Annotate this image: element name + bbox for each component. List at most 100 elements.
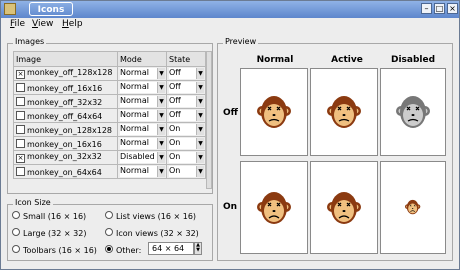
radio-large[interactable]: Large (32 × 32) — [12, 228, 86, 238]
checkbox-checked-icon[interactable]: × — [16, 154, 25, 163]
dropdown-arrow-icon[interactable]: ▼ — [196, 82, 204, 93]
menu-view[interactable]: View — [32, 19, 53, 29]
state-cell[interactable]: On ▼ — [166, 122, 206, 137]
mode-combo[interactable]: Normal ▼ — [120, 68, 165, 79]
mode-cell[interactable]: Normal ▼ — [117, 66, 167, 81]
radio-icon-views[interactable]: Icon views (32 × 32) — [105, 228, 199, 238]
image-cell[interactable]: monkey_on_64x64 — [13, 164, 118, 179]
maximize-icon[interactable]: □ — [434, 3, 445, 14]
state-cell[interactable]: Off ▼ — [166, 66, 206, 81]
mode-cell[interactable]: Normal ▼ — [117, 122, 167, 137]
state-combo[interactable]: On ▼ — [169, 152, 204, 163]
state-combo[interactable]: Off ▼ — [169, 96, 204, 107]
table-row[interactable]: monkey_on_16x16 Normal ▼ On ▼ — [13, 136, 206, 151]
column-header-mode[interactable]: Mode — [117, 51, 167, 67]
window-menu-icon[interactable] — [4, 3, 16, 15]
close-icon[interactable]: × — [447, 3, 458, 14]
spin-arrows-icon[interactable]: ▲ ▼ — [194, 242, 202, 255]
dropdown-arrow-icon[interactable]: ▼ — [157, 138, 165, 149]
mode-combo[interactable]: Normal ▼ — [120, 82, 165, 93]
image-cell[interactable]: monkey_on_16x16 — [13, 136, 118, 151]
dropdown-arrow-icon[interactable]: ▼ — [157, 166, 165, 177]
dropdown-arrow-icon[interactable]: ▼ — [157, 96, 165, 107]
state-combo[interactable]: Off ▼ — [169, 82, 204, 93]
state-cell[interactable]: On ▼ — [166, 150, 206, 165]
radio-toolbars[interactable]: Toolbars (16 × 16) — [12, 245, 97, 255]
image-cell[interactable]: monkey_off_16x16 — [13, 80, 118, 95]
mode-cell[interactable]: Normal ▼ — [117, 94, 167, 109]
mode-value: Normal — [120, 68, 149, 77]
image-cell[interactable]: monkey_off_32x32 — [13, 94, 118, 109]
state-cell[interactable]: Off ▼ — [166, 108, 206, 123]
mode-cell[interactable]: Normal ▼ — [117, 108, 167, 123]
radio-button-icon[interactable] — [105, 211, 113, 219]
image-cell[interactable]: monkey_off_64x64 — [13, 108, 118, 123]
radio-other[interactable]: Other: — [105, 245, 141, 255]
checkbox-icon[interactable] — [16, 166, 25, 176]
table-row[interactable]: × monkey_on_32x32 Disabled ▼ On ▼ — [13, 150, 206, 165]
state-combo[interactable]: On ▼ — [169, 124, 204, 135]
radio-button-icon[interactable] — [105, 228, 113, 236]
state-cell[interactable]: On ▼ — [166, 164, 206, 179]
mode-cell[interactable]: Normal ▼ — [117, 136, 167, 151]
mode-cell[interactable]: Disabled ▼ — [117, 150, 167, 165]
images-table-scrollbar[interactable] — [206, 51, 212, 189]
checkbox-icon[interactable] — [16, 124, 25, 134]
radio-button-selected-icon[interactable] — [105, 245, 113, 253]
dropdown-arrow-icon[interactable]: ▼ — [196, 96, 204, 107]
image-cell[interactable]: × monkey_off_128x128 — [13, 66, 118, 81]
table-row[interactable]: monkey_on_64x64 Normal ▼ On ▼ — [13, 164, 206, 179]
column-header-image[interactable]: Image — [13, 51, 118, 67]
dropdown-arrow-icon[interactable]: ▼ — [196, 152, 204, 163]
state-combo[interactable]: Off ▼ — [169, 68, 204, 79]
mode-combo[interactable]: Normal ▼ — [120, 138, 165, 149]
mode-combo[interactable]: Normal ▼ — [120, 124, 165, 135]
state-combo[interactable]: On ▼ — [169, 166, 204, 177]
mode-combo[interactable]: Normal ▼ — [120, 96, 165, 107]
dropdown-arrow-icon[interactable]: ▼ — [157, 82, 165, 93]
dropdown-arrow-icon[interactable]: ▼ — [157, 68, 165, 79]
state-combo[interactable]: On ▼ — [169, 138, 204, 149]
table-row[interactable]: monkey_on_128x128 Normal ▼ On ▼ — [13, 122, 206, 137]
dropdown-arrow-icon[interactable]: ▼ — [196, 68, 204, 79]
image-cell[interactable]: × monkey_on_32x32 — [13, 150, 118, 165]
checkbox-icon[interactable] — [16, 110, 25, 120]
state-cell[interactable]: On ▼ — [166, 136, 206, 151]
radio-list-views[interactable]: List views (16 × 16) — [105, 211, 196, 221]
radio-button-icon[interactable] — [12, 228, 20, 236]
table-row[interactable]: × monkey_off_128x128 Normal ▼ Off ▼ — [13, 66, 206, 81]
mode-combo[interactable]: Normal ▼ — [120, 166, 165, 177]
state-cell[interactable]: Off ▼ — [166, 80, 206, 95]
state-cell[interactable]: Off ▼ — [166, 94, 206, 109]
dropdown-arrow-icon[interactable]: ▼ — [196, 124, 204, 135]
dropdown-arrow-icon[interactable]: ▼ — [196, 138, 204, 149]
mode-cell[interactable]: Normal ▼ — [117, 80, 167, 95]
dropdown-arrow-icon[interactable]: ▼ — [196, 166, 204, 177]
state-combo[interactable]: Off ▼ — [169, 110, 204, 121]
radio-small[interactable]: Small (16 × 16) — [12, 211, 86, 221]
table-row[interactable]: monkey_off_64x64 Normal ▼ Off ▼ — [13, 108, 206, 123]
mode-cell[interactable]: Normal ▼ — [117, 164, 167, 179]
menu-file[interactable]: File — [10, 19, 25, 29]
radio-button-icon[interactable] — [12, 211, 20, 219]
table-row[interactable]: monkey_off_16x16 Normal ▼ Off ▼ — [13, 80, 206, 95]
checkbox-checked-icon[interactable]: × — [16, 70, 25, 79]
title-bar[interactable]: Icons – □ × — [1, 1, 459, 18]
checkbox-icon[interactable] — [16, 138, 25, 148]
mode-combo[interactable]: Normal ▼ — [120, 110, 165, 121]
dropdown-arrow-icon[interactable]: ▼ — [157, 152, 165, 163]
mode-combo[interactable]: Disabled ▼ — [120, 152, 165, 163]
other-size-spinbox[interactable]: 64 × 64 — [148, 242, 194, 255]
checkbox-icon[interactable] — [16, 82, 25, 92]
dropdown-arrow-icon[interactable]: ▼ — [196, 110, 204, 121]
image-cell[interactable]: monkey_on_128x128 — [13, 122, 118, 137]
column-header-state[interactable]: State — [166, 51, 206, 67]
menu-help[interactable]: Help — [62, 19, 83, 29]
dropdown-arrow-icon[interactable]: ▼ — [157, 110, 165, 121]
checkbox-icon[interactable] — [16, 96, 25, 106]
table-row[interactable]: monkey_off_32x32 Normal ▼ Off ▼ — [13, 94, 206, 109]
minimize-icon[interactable]: – — [421, 3, 432, 14]
radio-button-icon[interactable] — [12, 245, 20, 253]
images-table[interactable]: Image Mode State × monkey_off_128x128 Norm… — [13, 51, 206, 179]
dropdown-arrow-icon[interactable]: ▼ — [157, 124, 165, 135]
